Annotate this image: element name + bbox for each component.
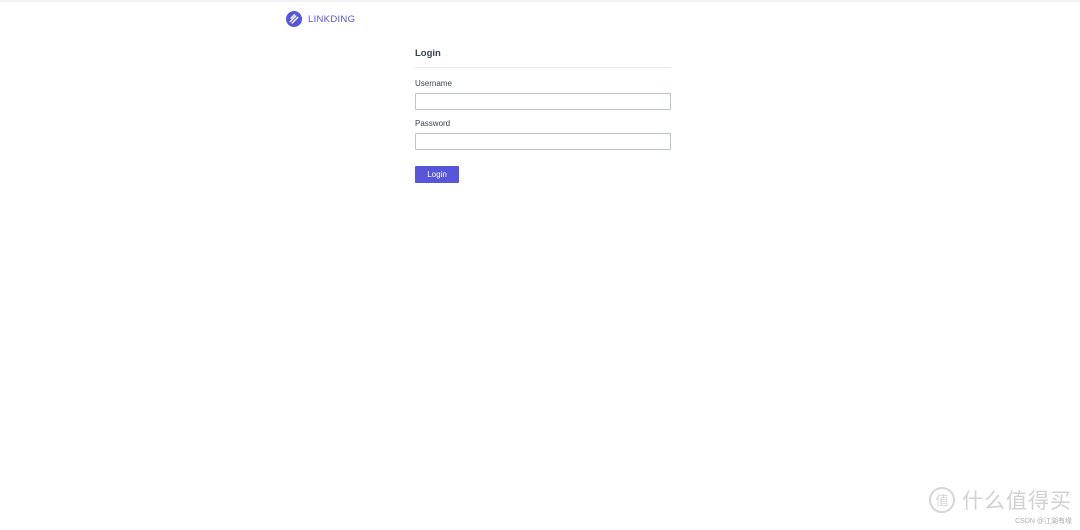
login-title: Login [415,48,671,68]
username-input[interactable] [415,93,671,110]
linkding-logo-icon [286,11,302,27]
password-input[interactable] [415,133,671,150]
watermark-credit: CSDN @江湖有缘 [1015,518,1072,525]
watermark-text: 什么值得买 [962,489,1072,513]
brand-name: LINKDING [308,13,356,25]
login-panel: Login Username Password Login [415,48,671,183]
brand-link[interactable]: LINKDING [286,11,355,27]
password-label: Password [415,119,451,128]
smzdm-logo-icon: 值 [929,487,955,513]
watermark: 值 什么值得买 CSDN @江湖有缘 [928,485,1072,526]
login-button[interactable]: Login [415,166,459,183]
svg-text:值: 值 [935,493,948,509]
watermark-row: 值 什么值得买 [928,485,1072,515]
top-border [0,0,1080,2]
username-label: Username [415,79,452,88]
